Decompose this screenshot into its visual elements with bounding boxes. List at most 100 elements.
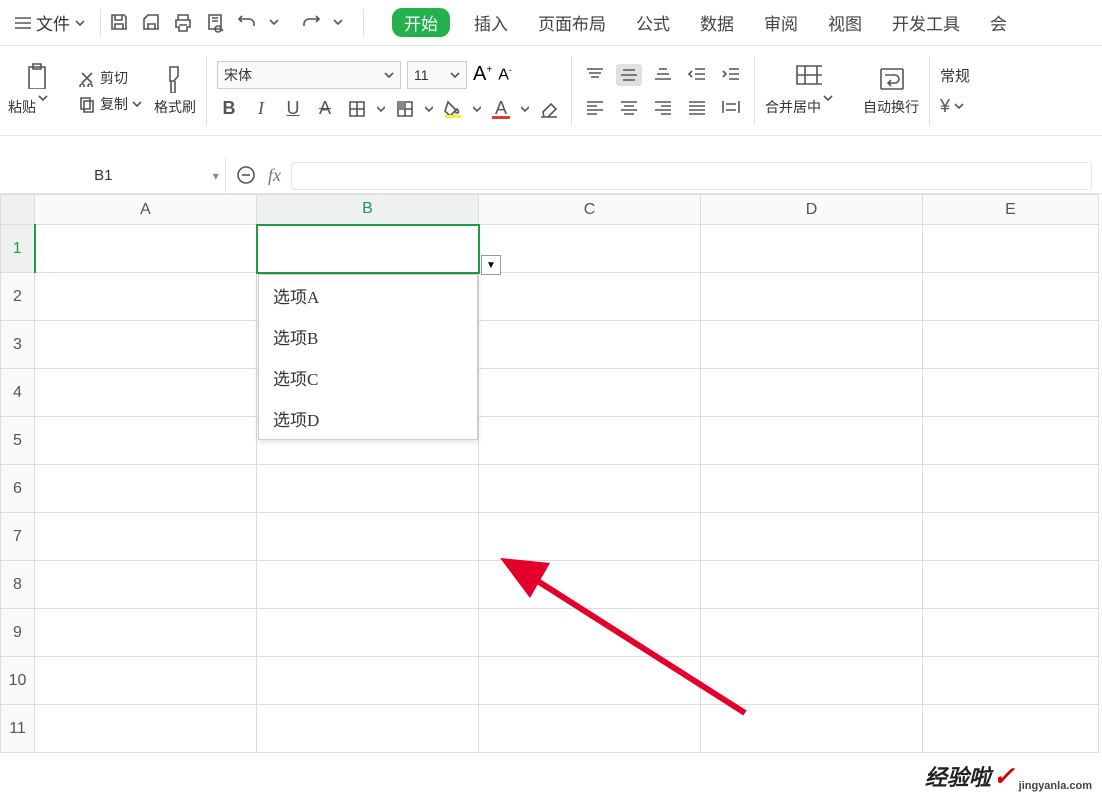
cell-D7[interactable]: [701, 513, 923, 561]
cell-D5[interactable]: [701, 417, 923, 465]
align-right-button[interactable]: [650, 96, 676, 118]
file-menu-button[interactable]: 文件: [8, 6, 92, 39]
decrease-indent-button[interactable]: [684, 64, 710, 86]
font-color-button[interactable]: A: [489, 97, 513, 121]
cell-A1[interactable]: [35, 225, 257, 273]
increase-indent-button[interactable]: [718, 64, 744, 86]
cell-B6[interactable]: [257, 465, 479, 513]
cell-A9[interactable]: [35, 609, 257, 657]
tab-devtool[interactable]: 开发工具: [886, 6, 966, 39]
tab-review[interactable]: 审阅: [758, 6, 804, 39]
col-header-C[interactable]: C: [479, 195, 701, 225]
chevron-down-icon[interactable]: [954, 101, 964, 111]
cell-C4[interactable]: [479, 369, 701, 417]
align-left-button[interactable]: [582, 96, 608, 118]
row-header-5[interactable]: 5: [1, 417, 35, 465]
undo-icon[interactable]: [237, 12, 259, 34]
row-header-1[interactable]: 1: [1, 225, 35, 273]
cell-D6[interactable]: [701, 465, 923, 513]
cell-A6[interactable]: [35, 465, 257, 513]
cell-D2[interactable]: [701, 273, 923, 321]
cell-D4[interactable]: [701, 369, 923, 417]
cell-B11[interactable]: [257, 705, 479, 753]
cell-C2[interactable]: [479, 273, 701, 321]
decrease-font-button[interactable]: A-: [498, 65, 512, 84]
cell-D11[interactable]: [701, 705, 923, 753]
tab-formula[interactable]: 公式: [630, 6, 676, 39]
tab-start[interactable]: 开始: [392, 8, 450, 37]
border-button[interactable]: [345, 97, 369, 121]
fx-icon[interactable]: fx: [268, 165, 281, 186]
strikethrough-button[interactable]: A: [313, 97, 337, 121]
align-middle-button[interactable]: [616, 64, 642, 86]
chevron-down-icon[interactable]: [521, 100, 529, 118]
save-icon[interactable]: [109, 12, 131, 34]
cancel-icon[interactable]: [236, 165, 258, 187]
tab-data[interactable]: 数据: [694, 6, 740, 39]
tab-view[interactable]: 视图: [822, 6, 868, 39]
clear-format-button[interactable]: [537, 97, 561, 121]
cell-E1[interactable]: [923, 225, 1099, 273]
cut-button[interactable]: 剪切: [78, 68, 142, 88]
cell-B8[interactable]: [257, 561, 479, 609]
formula-input[interactable]: [291, 162, 1092, 190]
cell-B7[interactable]: [257, 513, 479, 561]
name-box-dropdown-icon[interactable]: ▾: [207, 169, 225, 183]
undo-dropdown-icon[interactable]: [269, 12, 291, 34]
cell-style-button[interactable]: [393, 97, 417, 121]
dropdown-option[interactable]: 选项B: [259, 316, 477, 357]
redo-dropdown-icon[interactable]: [333, 12, 355, 34]
number-format-label[interactable]: 常规: [940, 65, 970, 86]
align-justify-button[interactable]: [684, 96, 710, 118]
cell-B1[interactable]: [257, 225, 479, 273]
select-all-corner[interactable]: [1, 195, 35, 225]
currency-button[interactable]: ¥: [940, 96, 950, 117]
chevron-down-icon[interactable]: [377, 100, 385, 118]
row-header-9[interactable]: 9: [1, 609, 35, 657]
cell-E9[interactable]: [923, 609, 1099, 657]
cell-E4[interactable]: [923, 369, 1099, 417]
dropdown-option[interactable]: 选项D: [259, 398, 477, 439]
cell-A3[interactable]: [35, 321, 257, 369]
align-top-button[interactable]: [582, 64, 608, 86]
row-header-6[interactable]: 6: [1, 465, 35, 513]
italic-button[interactable]: I: [249, 97, 273, 121]
dropdown-option[interactable]: 选项A: [259, 275, 477, 316]
cell-A11[interactable]: [35, 705, 257, 753]
cell-C3[interactable]: [479, 321, 701, 369]
cell-E11[interactable]: [923, 705, 1099, 753]
underline-button[interactable]: U: [281, 97, 305, 121]
col-header-D[interactable]: D: [701, 195, 923, 225]
cell-D9[interactable]: [701, 609, 923, 657]
row-header-7[interactable]: 7: [1, 513, 35, 561]
chevron-down-icon[interactable]: [473, 100, 481, 118]
align-bottom-button[interactable]: [650, 64, 676, 86]
name-box[interactable]: ▾: [0, 158, 226, 193]
format-painter-button[interactable]: 格式刷: [154, 65, 196, 117]
save-as-icon[interactable]: [141, 12, 163, 34]
cell-B10[interactable]: [257, 657, 479, 705]
cell-E2[interactable]: [923, 273, 1099, 321]
cell-D8[interactable]: [701, 561, 923, 609]
cell-A2[interactable]: [35, 273, 257, 321]
merge-center-button[interactable]: 合并居中: [765, 61, 851, 121]
cell-A8[interactable]: [35, 561, 257, 609]
dropdown-option[interactable]: 选项C: [259, 357, 477, 398]
cell-C9[interactable]: [479, 609, 701, 657]
cell-A5[interactable]: [35, 417, 257, 465]
print-icon[interactable]: [173, 12, 195, 34]
cell-dropdown-button[interactable]: ▼: [481, 255, 501, 275]
cell-E5[interactable]: [923, 417, 1099, 465]
cell-C5[interactable]: [479, 417, 701, 465]
cell-E10[interactable]: [923, 657, 1099, 705]
fill-color-button[interactable]: [441, 97, 465, 121]
cell-E8[interactable]: [923, 561, 1099, 609]
cell-C7[interactable]: [479, 513, 701, 561]
increase-font-button[interactable]: A+: [473, 63, 492, 86]
row-header-3[interactable]: 3: [1, 321, 35, 369]
cell-D3[interactable]: [701, 321, 923, 369]
align-center-button[interactable]: [616, 96, 642, 118]
chevron-down-icon[interactable]: [425, 100, 433, 118]
bold-button[interactable]: B: [217, 97, 241, 121]
row-header-8[interactable]: 8: [1, 561, 35, 609]
